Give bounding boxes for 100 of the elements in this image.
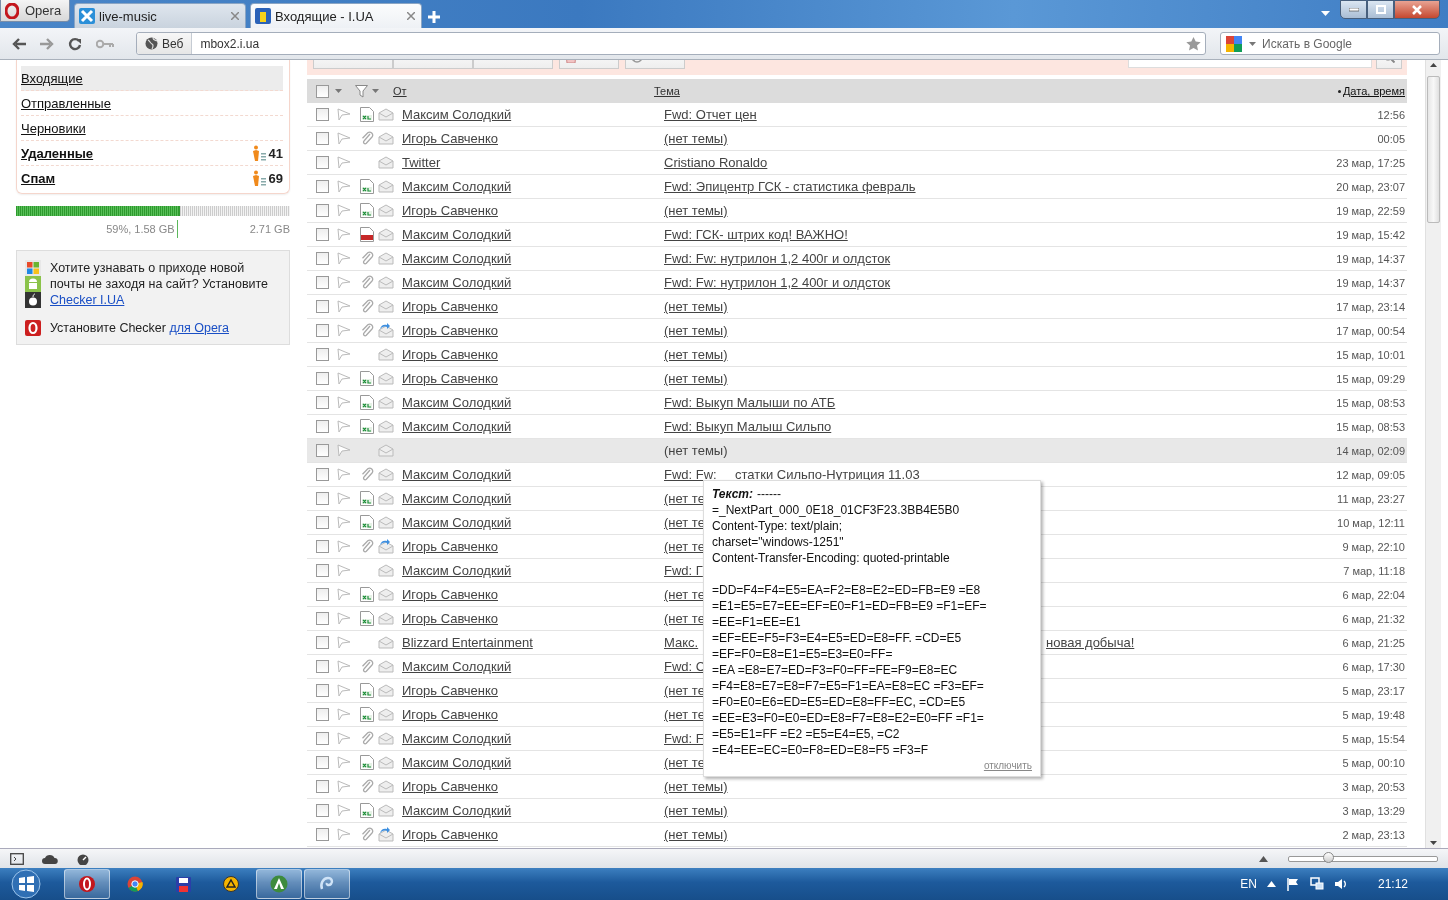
folder-link[interactable]: Входящие xyxy=(21,70,83,86)
back-icon[interactable] xyxy=(12,37,26,50)
subject-column-header[interactable]: Тема xyxy=(654,85,680,97)
browser-tab[interactable]: Входящие - I.UA xyxy=(250,3,422,28)
subject-link[interactable]: Fwd: ГСК- штрих код! ВАЖНО! xyxy=(664,227,848,242)
checkbox[interactable] xyxy=(316,732,329,745)
key-icon[interactable] xyxy=(96,38,114,49)
close-button[interactable] xyxy=(1394,0,1440,19)
sender-link[interactable]: Максим Солодкий xyxy=(402,563,657,578)
speaker-icon[interactable] xyxy=(1333,877,1348,891)
folder-link[interactable]: Удаленные xyxy=(21,145,94,161)
checkbox[interactable] xyxy=(316,804,329,817)
sender-link[interactable]: Twitter xyxy=(402,155,657,170)
message-row[interactable]: Максим Солодкий Fwd: Fw: нутрилон 1,2 400г и олдсток 19 мар, 14:37 xyxy=(307,271,1407,295)
sender-link[interactable]: Игорь Савченко xyxy=(402,539,657,554)
date-column-header[interactable]: Дата, время xyxy=(1342,85,1405,97)
subject-link[interactable]: Макс. xyxy=(664,635,699,650)
subject-link[interactable]: (нет темы) xyxy=(664,131,728,146)
folder-link[interactable]: Спам xyxy=(21,170,56,186)
message-row[interactable]: (нет темы) 14 мар, 02:09 xyxy=(307,439,1407,463)
checkbox[interactable] xyxy=(316,756,329,769)
sender-link[interactable]: Игорь Савченко xyxy=(402,827,657,842)
checkbox[interactable] xyxy=(316,252,329,265)
message-row[interactable]: Twitter Cristiano Ronaldo 23 мар, 17:25 xyxy=(307,151,1407,175)
network-icon[interactable] xyxy=(1309,877,1324,891)
subject-link[interactable]: (нет темы) xyxy=(664,803,728,818)
star-icon[interactable] xyxy=(1186,36,1201,51)
tray-arrow-icon[interactable] xyxy=(1266,881,1276,887)
speedometer-icon[interactable] xyxy=(76,852,90,865)
subject-link[interactable]: (нет темы) xyxy=(664,371,728,386)
checkbox[interactable] xyxy=(316,300,329,313)
checker-link[interactable]: Checker I.UA xyxy=(50,293,125,307)
sender-link[interactable]: Максим Солодкий xyxy=(402,227,657,242)
new-tab-icon[interactable] xyxy=(428,11,440,23)
message-row[interactable]: Игорь Савченко (нет темы) 17 мар, 00:54 xyxy=(307,319,1407,343)
checkbox[interactable] xyxy=(316,828,329,841)
language-indicator[interactable]: EN xyxy=(1240,877,1257,891)
message-row[interactable]: Максим Солодкий (нет темы) 3 мар, 13:29 xyxy=(307,799,1407,823)
message-row[interactable]: Игорь Савченко (нет темы) 17 мар, 23:14 xyxy=(307,295,1407,319)
maximize-button[interactable] xyxy=(1367,0,1394,19)
zoom-slider[interactable] xyxy=(1288,855,1438,862)
checkbox[interactable] xyxy=(316,516,329,529)
close-icon[interactable] xyxy=(231,12,239,20)
checkbox[interactable] xyxy=(316,348,329,361)
sender-link[interactable]: Максим Солодкий xyxy=(402,179,657,194)
checkbox[interactable] xyxy=(316,612,329,625)
reload-icon[interactable] xyxy=(68,36,82,51)
taskbar-button[interactable] xyxy=(256,869,302,899)
sender-link[interactable]: Максим Солодкий xyxy=(402,275,657,290)
checkbox[interactable] xyxy=(316,780,329,793)
checkbox[interactable] xyxy=(316,228,329,241)
folder-item[interactable]: Удаленные 41 xyxy=(21,141,283,166)
disable-link[interactable]: отключить xyxy=(983,758,1032,774)
zoom-slider-thumb[interactable] xyxy=(1322,851,1334,863)
folder-item[interactable]: Черновики xyxy=(21,116,283,141)
sender-link[interactable]: Игорь Савченко xyxy=(402,323,657,338)
flag-icon[interactable] xyxy=(1285,877,1300,891)
minimize-button[interactable] xyxy=(1340,0,1367,19)
scrollbar-thumb[interactable] xyxy=(1427,76,1440,223)
checkbox[interactable] xyxy=(316,396,329,409)
message-row[interactable]: Максим Солодкий Fwd: Эпицентр ГСК - статистика февраль 20 мар, 23:07 xyxy=(307,175,1407,199)
opera-link[interactable]: для Opera xyxy=(169,321,229,335)
message-row[interactable]: Игорь Савченко (нет темы) 2 мар, 23:13 xyxy=(307,823,1407,847)
checkbox[interactable] xyxy=(316,492,329,505)
select-all-checkbox[interactable] xyxy=(316,84,329,98)
checkbox[interactable] xyxy=(316,156,329,169)
checkbox[interactable] xyxy=(316,660,329,673)
subject-link[interactable]: (нет темы) xyxy=(664,323,728,338)
sender-link[interactable]: Игорь Савченко xyxy=(402,131,657,146)
folder-link[interactable]: Черновики xyxy=(21,120,86,136)
sender-link[interactable]: Игорь Савченко xyxy=(402,371,657,386)
sender-link[interactable]: Максим Солодкий xyxy=(402,395,657,410)
caret-icon[interactable] xyxy=(1321,11,1330,16)
sender-link[interactable]: Игорь Савченко xyxy=(402,347,657,362)
filter-icon[interactable] xyxy=(355,84,368,98)
browser-tab[interactable]: live-music xyxy=(74,3,246,28)
checkbox[interactable] xyxy=(316,636,329,649)
sender-link[interactable]: Игорь Савченко xyxy=(402,299,657,314)
message-row[interactable]: Игорь Савченко (нет темы) 00:05 xyxy=(307,127,1407,151)
checkbox[interactable] xyxy=(316,444,329,457)
subject-link[interactable]: новая добыча! xyxy=(1046,635,1135,650)
subject-link[interactable]: Fwd: Выкуп Малыши по АТБ xyxy=(664,395,836,410)
sender-link[interactable]: Максим Солодкий xyxy=(402,803,657,818)
subject-link[interactable]: (нет темы) xyxy=(664,299,728,314)
checkbox[interactable] xyxy=(316,324,329,337)
taskbar-button[interactable] xyxy=(304,869,350,899)
search-field[interactable]: Искать в Google xyxy=(1220,32,1440,55)
clock[interactable]: 21:12 xyxy=(1377,877,1408,891)
folder-link[interactable]: Отправленные xyxy=(21,95,111,111)
sender-link[interactable]: Максим Солодкий xyxy=(402,731,657,746)
subject-link[interactable]: (нет темы) xyxy=(664,779,728,794)
sender-link[interactable]: Игорь Савченко xyxy=(402,203,657,218)
checkbox[interactable] xyxy=(316,132,329,145)
sender-link[interactable]: Игорь Савченко xyxy=(402,611,657,626)
taskbar-button[interactable] xyxy=(64,869,110,899)
subject-link[interactable]: Fwd: Эпицентр ГСК - статистика февраль xyxy=(664,179,916,194)
opera-menu-button[interactable]: Opera xyxy=(0,0,70,22)
cloud-icon[interactable] xyxy=(42,853,58,864)
message-row[interactable]: Максим Солодкий Fwd: Fw: нутрилон 1,2 400г и олдсток 19 мар, 14:37 xyxy=(307,247,1407,271)
subject-link[interactable]: Fwd: Г xyxy=(664,563,703,578)
